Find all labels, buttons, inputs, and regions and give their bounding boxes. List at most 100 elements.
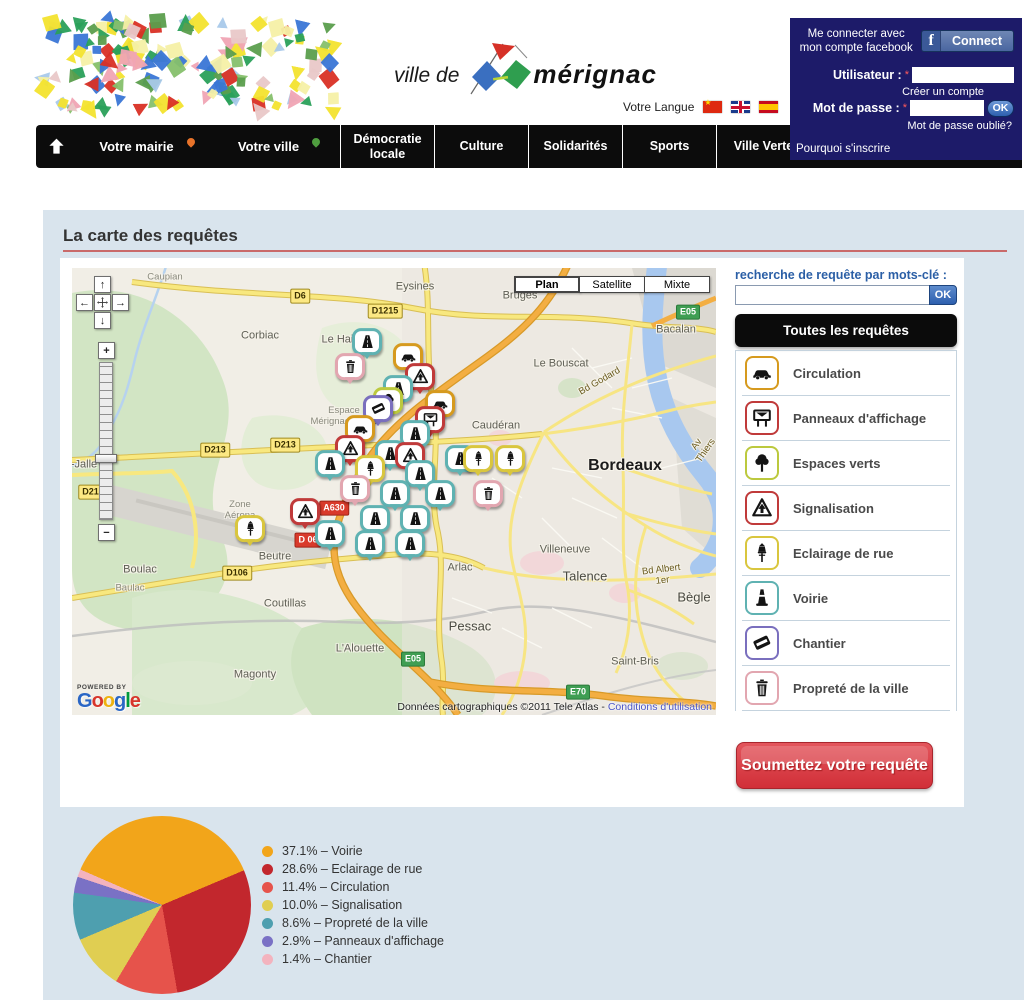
pie-chart [73, 816, 251, 994]
username-row: Utilisateur : * [798, 67, 1014, 83]
category-chantier[interactable]: Chantier [742, 621, 950, 666]
lamp-icon [470, 450, 487, 467]
login-ok-button[interactable]: OK [987, 100, 1014, 117]
category-label: Signalisation [793, 501, 874, 516]
map-type-plan[interactable]: Plan [514, 276, 580, 293]
required-mark: * [903, 102, 907, 114]
confetti-shape [33, 77, 56, 100]
password-label: Mot de passe : [813, 101, 900, 115]
legend-item: 1.4% – Chantier [262, 950, 444, 968]
terms-link[interactable]: Conditions d'utilisation [608, 701, 712, 713]
confetti-shape [111, 94, 125, 108]
forgot-password-link[interactable]: Mot de passe oublié? [798, 120, 1014, 132]
legend-text: 1.4% – Chantier [282, 952, 372, 966]
category-panneaux[interactable]: Panneaux d'affichage [742, 396, 950, 441]
category-signalisation[interactable]: Signalisation [742, 486, 950, 531]
map-widget-panel: CaupianEysinesBrugesBacalanCorbiacLe Hai… [60, 258, 964, 807]
flag-uk-icon[interactable] [731, 101, 750, 113]
title-underline [63, 250, 1007, 252]
nav-item-votre-ville[interactable]: Votre ville [218, 125, 340, 168]
map-marker-eclairage[interactable] [463, 445, 493, 472]
category-label: Voirie [793, 591, 828, 606]
map-marker-proprete[interactable] [335, 353, 365, 380]
legend-dot [262, 882, 273, 893]
legend-text: 37.1% – Voirie [282, 844, 363, 858]
password-row: Mot de passe : * OK [798, 100, 1014, 117]
password-input[interactable] [910, 100, 984, 116]
map-marker-voirie[interactable] [425, 480, 455, 507]
flag-china-icon[interactable] [703, 101, 722, 113]
map-marker-voirie[interactable] [400, 505, 430, 532]
confetti-shape [236, 76, 247, 87]
map-marker-signalisation[interactable] [290, 498, 320, 525]
required-mark: * [905, 69, 909, 81]
category-voirie[interactable]: Voirie [742, 576, 950, 621]
legend-dot [262, 846, 273, 857]
nav-item-solidarit-s[interactable]: Solidarités [528, 125, 622, 168]
category-proprete[interactable]: Propreté de la ville [742, 666, 950, 711]
map-marker-proprete[interactable] [340, 475, 370, 502]
drop-icon [310, 136, 321, 147]
map-marker-voirie[interactable] [360, 505, 390, 532]
site-logo[interactable]: ville de mérignac [394, 42, 657, 98]
all-requests-button[interactable]: Toutes les requêtes [735, 314, 957, 347]
pan-right-button[interactable]: → [112, 294, 129, 311]
home-icon [47, 137, 66, 156]
category-eclairage[interactable]: Eclairage de rue [742, 531, 950, 576]
map-type-satellite[interactable]: Satellite [579, 276, 645, 293]
nav-item-votre-mairie[interactable]: Votre mairie [76, 125, 218, 168]
map-marker-proprete[interactable] [473, 480, 503, 507]
road-icon [402, 535, 419, 552]
category-label: Propreté de la ville [793, 681, 909, 696]
filters-sidebar: recherche de requête par mots-clé : OK T… [735, 268, 957, 711]
nav-item-label: Ville Verte [734, 139, 794, 153]
legend-dot [262, 864, 273, 875]
lamp-icon [745, 536, 779, 570]
facebook-connect-button[interactable]: f Connect [921, 30, 1014, 52]
why-register-link[interactable]: Pourquoi s'inscrire [796, 143, 890, 155]
pie-legend: 37.1% – Voirie28.6% – Eclairage de rue11… [262, 842, 444, 968]
map-marker-voirie[interactable] [352, 328, 382, 355]
nav-item-culture[interactable]: Culture [434, 125, 528, 168]
pan-up-button[interactable]: ↑ [94, 276, 111, 293]
nav-item-d-mocratie-locale[interactable]: Démocratie locale [340, 125, 434, 168]
legend-text: 2.9% – Panneaux d'affichage [282, 934, 444, 948]
login-panel: Me connecter avec mon compte facebook f … [790, 18, 1022, 160]
nav-item-label: Sports [650, 139, 690, 153]
submit-request-button[interactable]: Soumettez votre requête [736, 742, 933, 789]
map-marker-voirie[interactable] [355, 530, 385, 557]
signal-icon [412, 368, 429, 385]
create-account-link[interactable]: Créer un compte [798, 86, 1014, 98]
zoom-slider-track[interactable] [99, 362, 113, 520]
legend-text: 28.6% – Eclairage de rue [282, 862, 422, 876]
map-marker-voirie[interactable] [315, 450, 345, 477]
map-marker-eclairage[interactable] [235, 515, 265, 542]
category-espaces[interactable]: Espaces verts [742, 441, 950, 486]
pan-center-button[interactable] [94, 294, 111, 311]
legend-dot [262, 918, 273, 929]
flag-spain-icon[interactable] [759, 101, 778, 113]
nav-item-sports[interactable]: Sports [622, 125, 716, 168]
google-word: Google [77, 691, 140, 711]
zoom-slider-handle[interactable] [95, 454, 117, 463]
pan-down-button[interactable]: ↓ [94, 312, 111, 329]
google-letter: e [130, 690, 140, 712]
zoom-out-button[interactable]: − [98, 524, 115, 541]
search-ok-button[interactable]: OK [929, 285, 957, 305]
map-type-mixte[interactable]: Mixte [644, 276, 710, 293]
attribution-text: Données cartographiques ©2011 Tele Atlas… [397, 701, 607, 713]
pan-left-button[interactable]: ← [76, 294, 93, 311]
map-marker-eclairage[interactable] [495, 445, 525, 472]
confetti-shape [284, 36, 295, 47]
map-marker-voirie[interactable] [380, 480, 410, 507]
category-circulation[interactable]: Circulation [742, 351, 950, 396]
nav-item-label: Démocratie locale [345, 132, 430, 161]
google-logo[interactable]: POWERED BY Google [77, 685, 140, 712]
map-marker-voirie[interactable] [395, 530, 425, 557]
search-input[interactable] [735, 285, 930, 305]
requests-map[interactable]: CaupianEysinesBrugesBacalanCorbiacLe Hai… [72, 268, 716, 715]
username-input[interactable] [912, 67, 1014, 83]
map-marker-voirie[interactable] [315, 520, 345, 547]
home-button[interactable] [36, 125, 76, 168]
zoom-in-button[interactable]: + [98, 342, 115, 359]
